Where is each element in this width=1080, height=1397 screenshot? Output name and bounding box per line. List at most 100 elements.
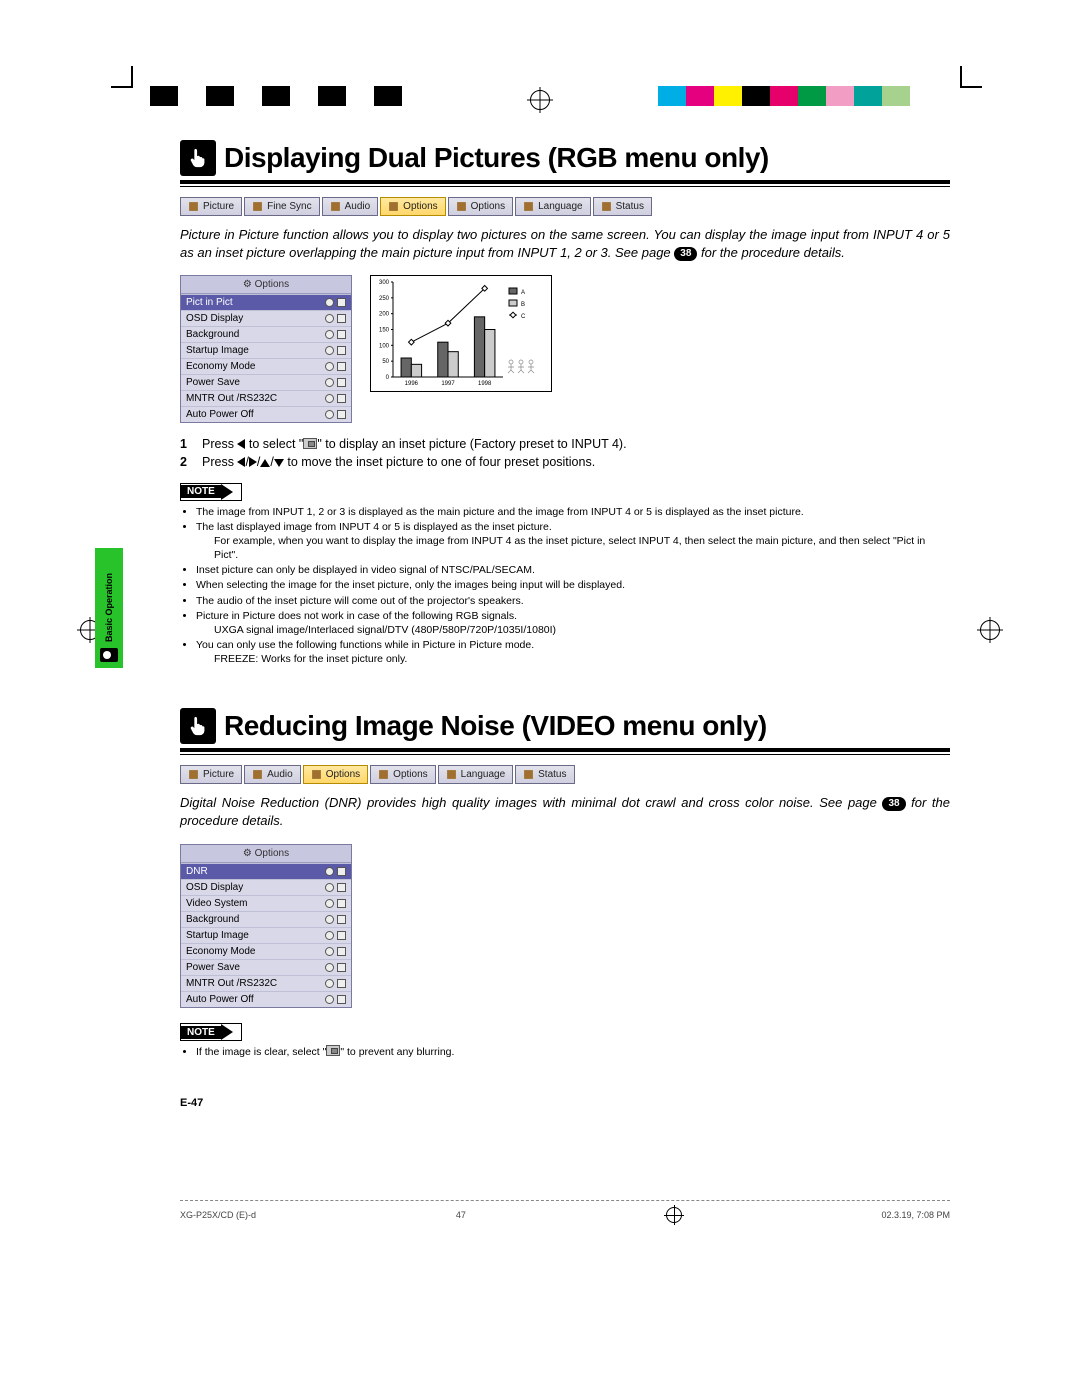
osd-row[interactable]: Startup Image — [181, 927, 351, 943]
osd-row[interactable]: Auto Power Off — [181, 991, 351, 1007]
note-item: If the image is clear, select "" to prev… — [196, 1045, 950, 1059]
osd-row[interactable]: Pict in Pict — [181, 294, 351, 310]
menu-tab-language[interactable]: Language — [438, 765, 514, 784]
footer-doc-id: XG-P25X/CD (E)-d — [180, 1210, 256, 1220]
osd-row-controls — [325, 378, 346, 387]
registration-mark-icon — [980, 620, 1000, 640]
osd-row[interactable]: MNTR Out /RS232C — [181, 390, 351, 406]
osd-row[interactable]: Video System — [181, 895, 351, 911]
osd-row[interactable]: Background — [181, 911, 351, 927]
tab-label: Audio — [267, 769, 293, 780]
menu-tab-options[interactable]: Options — [448, 197, 513, 216]
step: 2 Press /// to move the inset picture to… — [180, 455, 950, 469]
footer-page: 47 — [456, 1210, 466, 1220]
menu-tab-audio[interactable]: Audio — [322, 197, 379, 216]
menu-tab-options[interactable]: Options — [380, 197, 445, 216]
osd-row[interactable]: Background — [181, 326, 351, 342]
menu-tab-options[interactable]: Options — [303, 765, 368, 784]
osd-row-label: Pict in Pict — [186, 297, 325, 308]
note-subtext: For example, when you want to display th… — [214, 534, 950, 562]
osd-row[interactable]: OSD Display — [181, 310, 351, 326]
menu-tab-status[interactable]: Status — [515, 765, 574, 784]
osd-row[interactable]: MNTR Out /RS232C — [181, 975, 351, 991]
osd-menu-panel: ⚙ OptionsDNROSD DisplayVideo SystemBackg… — [180, 844, 352, 1008]
osd-row-controls — [325, 915, 346, 924]
crop-mark — [960, 66, 982, 88]
tab-label: Language — [538, 201, 583, 212]
osd-row[interactable]: Economy Mode — [181, 943, 351, 959]
osd-row-label: Economy Mode — [186, 946, 325, 957]
tab-label: Options — [393, 769, 427, 780]
pointer-hand-icon — [180, 708, 216, 744]
content-area: Displaying Dual Pictures (RGB menu only)… — [180, 140, 950, 1109]
sync-icon — [252, 201, 263, 212]
osd-row-label: Power Save — [186, 962, 325, 973]
text: Digital Noise Reduction (DNR) provides h… — [180, 795, 882, 810]
osd-row[interactable]: OSD Display — [181, 879, 351, 895]
osd-row-label: OSD Display — [186, 313, 325, 324]
svg-text:0: 0 — [386, 375, 390, 381]
language-icon — [446, 769, 457, 780]
osd-row-label: Background — [186, 914, 325, 925]
step: 1 Press to select "" to display an inset… — [180, 437, 950, 451]
color-swatch-bar — [150, 86, 402, 106]
tab-label: Options — [471, 201, 505, 212]
note-item: Picture in Picture does not work in case… — [196, 609, 950, 637]
osd-row-controls — [325, 298, 346, 307]
osd-row-label: Startup Image — [186, 930, 325, 941]
pointer-hand-icon — [180, 140, 216, 176]
osd-row-controls — [325, 947, 346, 956]
step-text: Press /// to move the inset picture to o… — [202, 455, 595, 469]
osd-row[interactable]: Startup Image — [181, 342, 351, 358]
step-list: 1 Press to select "" to display an inset… — [180, 437, 950, 469]
note-item: You can only use the following functions… — [196, 638, 950, 666]
page-number: E-47 — [180, 1097, 950, 1109]
osd-row[interactable]: DNR — [181, 863, 351, 879]
color-swatch — [206, 86, 234, 106]
osd-row[interactable]: Power Save — [181, 959, 351, 975]
svg-text:1998: 1998 — [478, 381, 492, 387]
osd-row[interactable]: Auto Power Off — [181, 406, 351, 422]
intro-paragraph: Picture in Picture function allows you t… — [180, 226, 950, 261]
note-list: The image from INPUT 1, 2 or 3 is displa… — [180, 505, 950, 667]
separator — [180, 748, 950, 755]
color-swatch — [686, 86, 714, 106]
separator — [180, 180, 950, 187]
svg-text:300: 300 — [379, 280, 390, 286]
section-tab-label: Basic Operation — [104, 573, 114, 642]
menu-tab-picture[interactable]: Picture — [180, 197, 242, 216]
note-item: Inset picture can only be displayed in v… — [196, 563, 950, 577]
svg-text:B: B — [521, 302, 525, 308]
tab-label: Picture — [203, 201, 234, 212]
status-icon — [601, 201, 612, 212]
crop-mark — [111, 66, 133, 88]
note-subtext: UXGA signal image/Interlaced signal/DTV … — [214, 623, 950, 637]
svg-text:100: 100 — [379, 343, 390, 349]
osd-row-controls — [325, 394, 346, 403]
note-item: The last displayed image from INPUT 4 or… — [196, 520, 950, 563]
footer: XG-P25X/CD (E)-d 47 02.3.19, 7:08 PM — [180, 1200, 950, 1223]
menu-tab-language[interactable]: Language — [515, 197, 591, 216]
osd-row[interactable]: Economy Mode — [181, 358, 351, 374]
menu-tab-strip: PictureFine SyncAudioOptionsOptionsLangu… — [180, 197, 950, 216]
color-swatch — [178, 86, 206, 106]
menu-tab-picture[interactable]: Picture — [180, 765, 242, 784]
picture-icon — [188, 769, 199, 780]
menu-tab-audio[interactable]: Audio — [244, 765, 301, 784]
status-icon — [523, 769, 534, 780]
step-text: Press to select "" to display an inset p… — [202, 437, 627, 451]
figure-row: ⚙ OptionsPict in PictOSD DisplayBackgrou… — [180, 275, 950, 423]
color-swatch — [658, 86, 686, 106]
menu-tab-options[interactable]: Options — [370, 765, 435, 784]
audio-icon — [330, 201, 341, 212]
svg-text:A: A — [521, 290, 525, 296]
note-item: The image from INPUT 1, 2 or 3 is displa… — [196, 505, 950, 519]
svg-text:200: 200 — [379, 312, 390, 318]
osd-row-label: Economy Mode — [186, 361, 325, 372]
menu-tab-status[interactable]: Status — [593, 197, 652, 216]
menu-tab-fine-sync[interactable]: Fine Sync — [244, 197, 319, 216]
color-swatch — [742, 86, 770, 106]
menu-tab-strip: Picture Audio Options Options LanguageStatus — [180, 765, 950, 784]
osd-row[interactable]: Power Save — [181, 374, 351, 390]
pip-icon — [303, 438, 317, 449]
